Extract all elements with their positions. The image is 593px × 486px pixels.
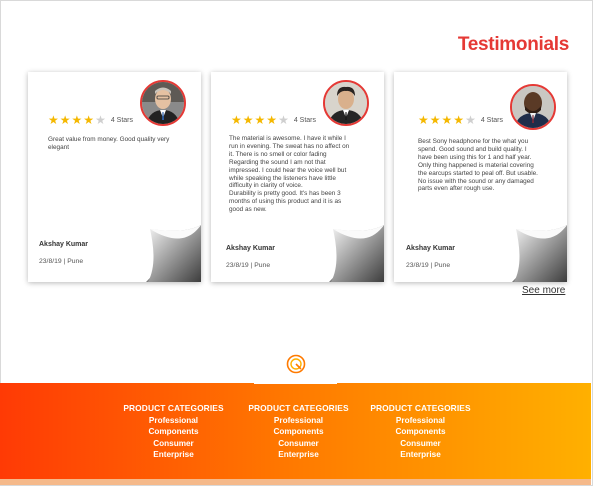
review-date-location: 23/8/19 | Pune xyxy=(39,258,84,265)
see-more-link[interactable]: See more xyxy=(522,285,565,296)
footer-column-heading: PRODUCT CATEGORIES xyxy=(248,403,349,413)
review-text: The material is awesome. I have it while… xyxy=(229,135,350,214)
star-icon: ★ xyxy=(59,113,71,127)
reviewer-name: Akshay Kumar xyxy=(39,241,89,248)
reviewer-name: Akshay Kumar xyxy=(226,245,276,252)
star-icon: ★ xyxy=(242,113,254,127)
star-icon: ★ xyxy=(418,113,429,127)
footer-link-components[interactable]: Components xyxy=(361,426,480,437)
star-icon: ★ xyxy=(48,113,59,127)
review-date-location: 23/8/19 | Pune xyxy=(406,262,451,269)
star-rating: ★ ★ ★ ★ ★ 4 Stars xyxy=(231,114,316,126)
star-icon: ★ xyxy=(83,113,95,127)
testimonial-card: ★ ★ ★ ★ ★ 4 Stars Great value from money. Go… xyxy=(28,72,201,282)
reviewer-avatar xyxy=(510,84,556,130)
footer-bottom-strip xyxy=(0,479,591,485)
footer-link-professional[interactable]: Professional xyxy=(361,415,480,426)
reviewer-avatar xyxy=(140,80,186,126)
footer-link-consumer[interactable]: Consumer xyxy=(239,438,358,449)
rating-label: 4 Stars xyxy=(480,116,504,124)
reviewer-name: Akshay Kumar xyxy=(406,245,456,252)
footer-link-components[interactable]: Components xyxy=(239,426,358,437)
star-icon: ★ xyxy=(429,113,441,127)
brand-logo-icon xyxy=(286,354,306,374)
review-date-location: 23/8/19 | Pune xyxy=(226,262,271,269)
review-text: Great value from money. Good quality ver… xyxy=(48,136,170,151)
footer-column: PRODUCT CATEGORIES Professional Componen… xyxy=(114,403,233,460)
star-rating: ★ ★ ★ ★ ★ 4 Stars xyxy=(418,114,503,126)
star-icon: ★ xyxy=(465,113,476,127)
footer-link-professional[interactable]: Professional xyxy=(239,415,358,426)
footer-link-consumer[interactable]: Consumer xyxy=(361,438,480,449)
testimonial-card: ★ ★ ★ ★ ★ 4 Stars The material is awesome. I… xyxy=(211,72,384,282)
star-icon: ★ xyxy=(231,113,242,127)
rating-label: 4 Stars xyxy=(110,116,134,124)
section-title: Testimonials xyxy=(457,34,569,55)
star-rating: ★ ★ ★ ★ ★ 4 Stars xyxy=(48,114,133,126)
page-curl-icon xyxy=(146,225,201,282)
star-icon: ★ xyxy=(266,113,278,127)
footer-link-enterprise[interactable]: Enterprise xyxy=(239,449,358,460)
rating-label: 4 Stars xyxy=(293,116,317,124)
star-icon: ★ xyxy=(254,113,266,127)
star-icon: ★ xyxy=(453,113,465,127)
footer-link-components[interactable]: Components xyxy=(114,426,233,437)
star-icon: ★ xyxy=(441,113,453,127)
star-icon: ★ xyxy=(278,113,289,127)
footer-link-consumer[interactable]: Consumer xyxy=(114,438,233,449)
star-icon: ★ xyxy=(95,113,106,127)
star-icon: ★ xyxy=(71,113,83,127)
footer-column-heading: PRODUCT CATEGORIES xyxy=(123,403,224,413)
page-curl-icon xyxy=(512,225,567,282)
footer-link-enterprise[interactable]: Enterprise xyxy=(361,449,480,460)
footer-notch xyxy=(254,378,337,384)
footer-link-professional[interactable]: Professional xyxy=(114,415,233,426)
footer-column: PRODUCT CATEGORIES Professional Componen… xyxy=(361,403,480,460)
page-curl-icon xyxy=(329,225,384,282)
footer-link-enterprise[interactable]: Enterprise xyxy=(114,449,233,460)
review-text: Best Sony headphone for the what you spe… xyxy=(418,138,538,193)
testimonial-card: ★ ★ ★ ★ ★ 4 Stars Best Sony headphone for th… xyxy=(394,72,567,282)
footer-column-heading: PRODUCT CATEGORIES xyxy=(370,403,471,413)
footer-column: PRODUCT CATEGORIES Professional Componen… xyxy=(239,403,358,460)
reviewer-avatar xyxy=(323,80,369,126)
